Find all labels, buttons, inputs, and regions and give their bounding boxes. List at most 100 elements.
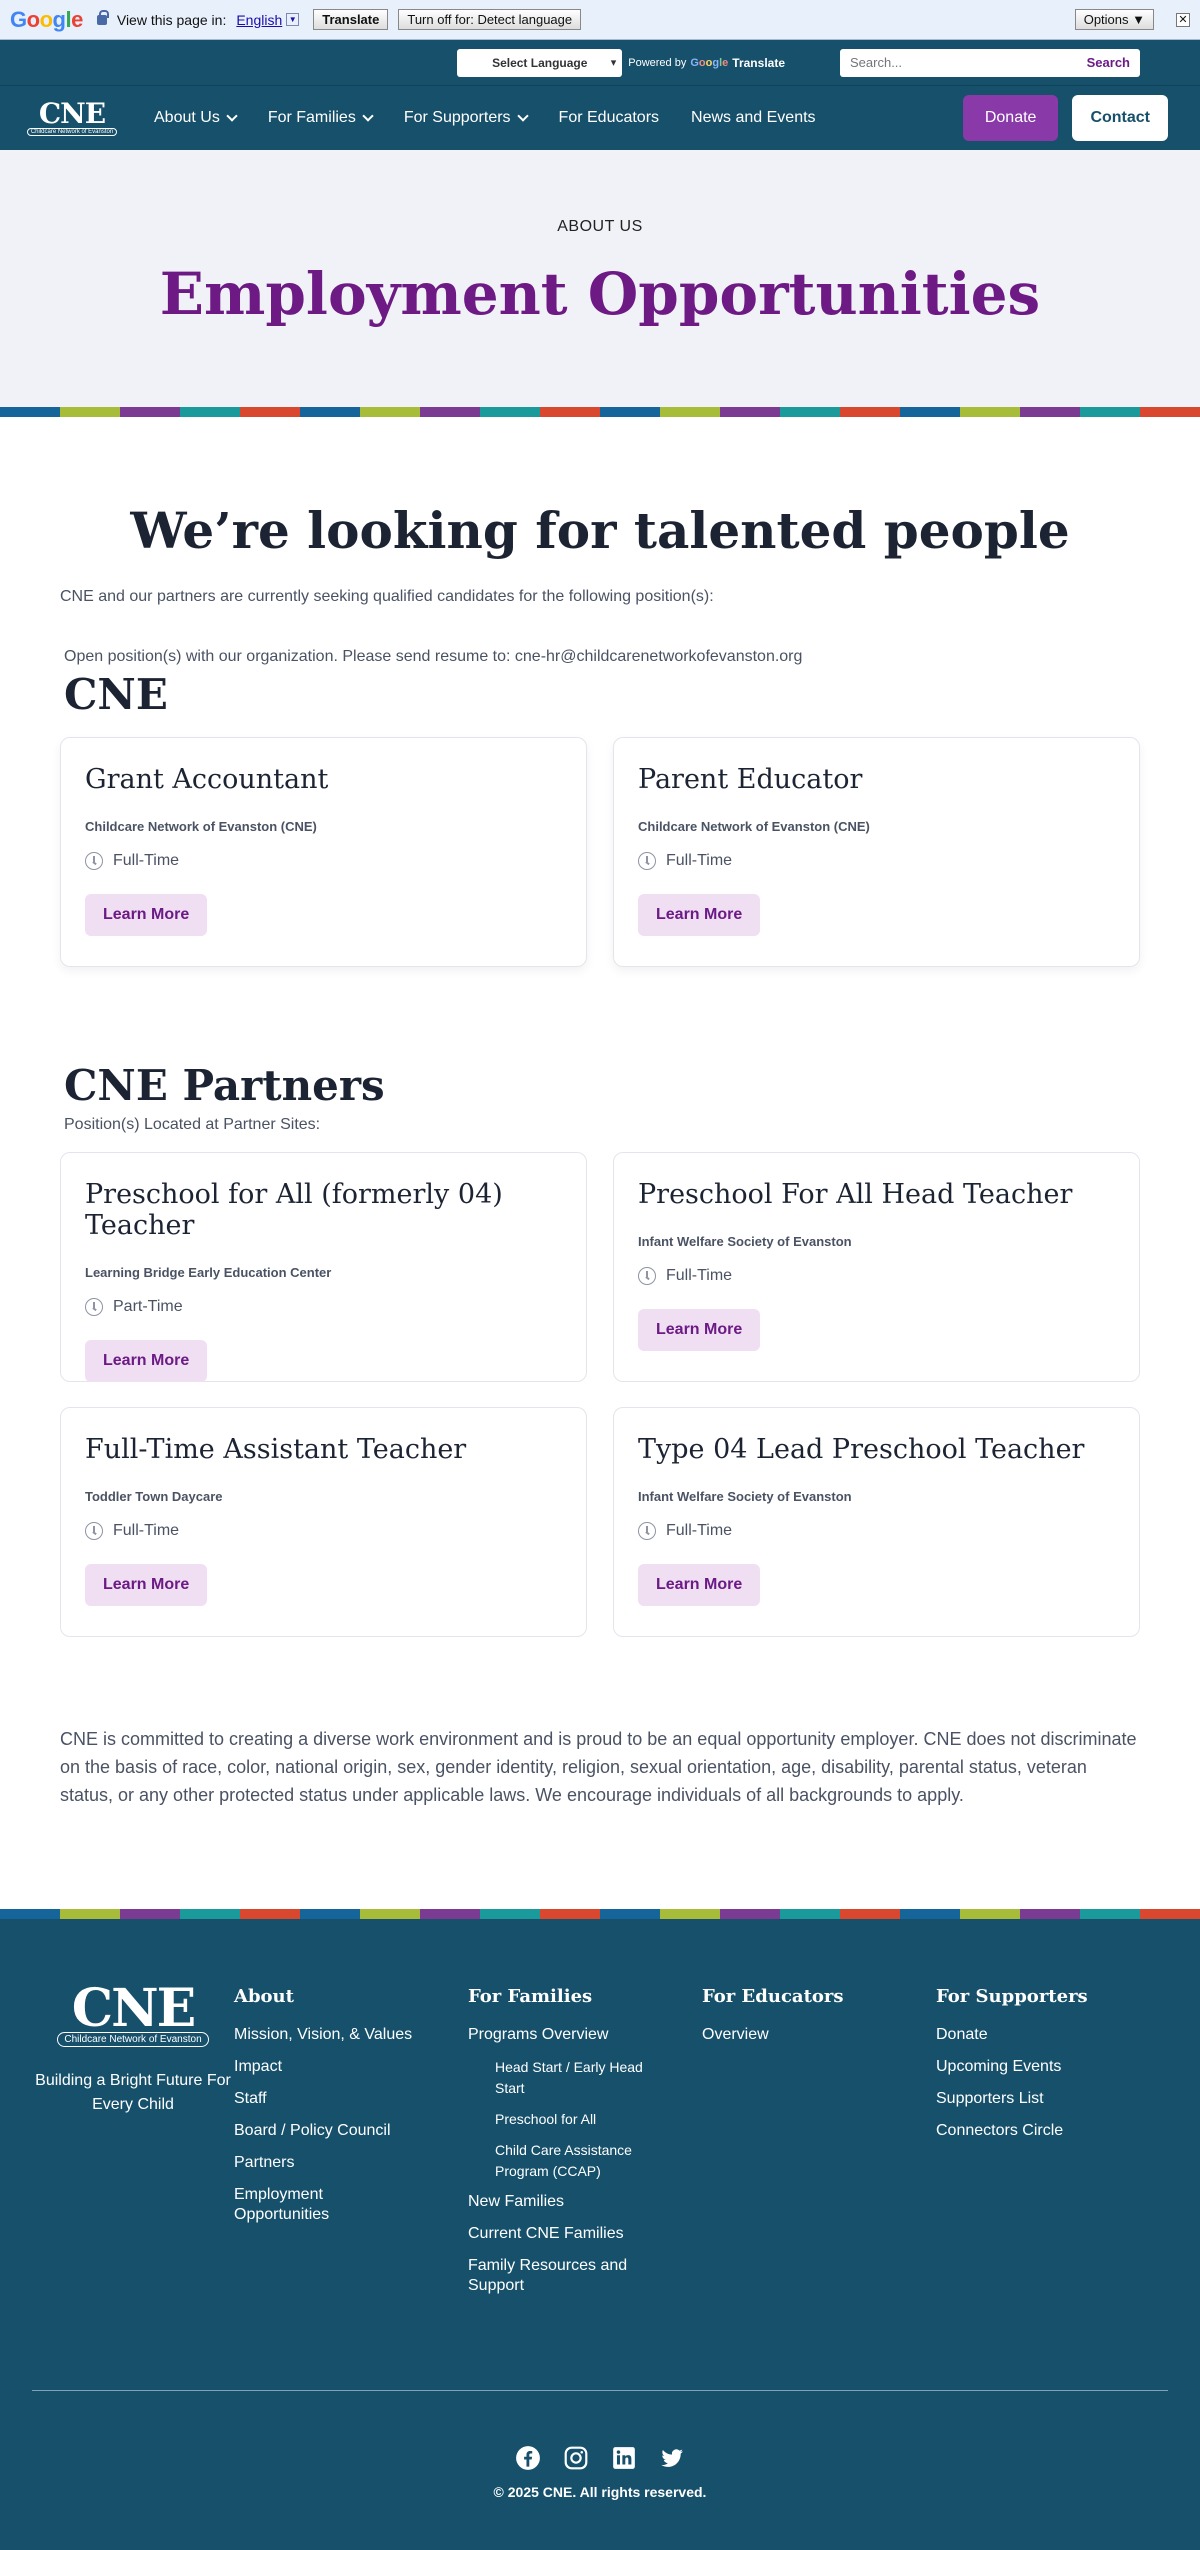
clock-icon <box>638 1267 656 1285</box>
language-dropdown-icon[interactable]: ▼ <box>286 13 300 26</box>
learn-more-button[interactable]: Learn More <box>85 894 208 936</box>
job-organization: Childcare Network of Evanston (CNE) <box>638 819 870 834</box>
footer-link[interactable]: Upcoming Events <box>936 2057 1116 2077</box>
footer-link[interactable]: Staff <box>234 2089 414 2109</box>
footer-link[interactable]: Donate <box>936 2025 1116 2045</box>
stripe-segment <box>660 1909 720 1919</box>
stripe-segment <box>240 407 300 417</box>
stripe-segment <box>960 407 1020 417</box>
footer-link[interactable]: Current CNE Families <box>468 2224 648 2244</box>
language-select[interactable]: Select Language <box>457 48 623 77</box>
job-organization: Infant Welfare Society of Evanston <box>638 1489 852 1504</box>
footer-link[interactable]: Mission, Vision, & Values <box>234 2025 414 2045</box>
stripe-segment <box>780 1909 840 1919</box>
footer-sub-link[interactable]: Head Start / Early Head Start <box>495 2057 665 2099</box>
nav-for-families[interactable]: For Families <box>268 109 374 127</box>
footer-link[interactable]: Impact <box>234 2057 414 2077</box>
footer-column-title: About <box>234 1986 294 2007</box>
facebook-icon[interactable] <box>515 2445 541 2471</box>
nav-label: For Educators <box>558 109 660 126</box>
site-logo[interactable]: CNE Childcare Network of Evanston <box>26 96 118 136</box>
clock-icon <box>638 1522 656 1540</box>
learn-more-button[interactable]: Learn More <box>85 1564 208 1606</box>
stripe-segment <box>480 407 540 417</box>
job-type: Full-Time <box>638 1522 1115 1540</box>
job-organization: Toddler Town Daycare <box>85 1489 223 1504</box>
job-type: Full-Time <box>638 852 1115 870</box>
logo-mark: CNE <box>38 96 106 130</box>
stripe-segment <box>360 1909 420 1919</box>
stripe-segment <box>0 407 60 417</box>
search-input[interactable] <box>850 55 1087 70</box>
job-type-label: Full-Time <box>666 1522 733 1539</box>
stripe-segment <box>60 1909 120 1919</box>
color-stripe <box>0 1909 1200 1919</box>
footer-link[interactable]: Employment Opportunities <box>234 2185 414 2225</box>
stripe-segment <box>1080 407 1140 417</box>
footer-link[interactable]: Overview <box>702 2025 882 2045</box>
stripe-segment <box>180 1909 240 1919</box>
footer-link[interactable]: Family Resources and Support <box>468 2256 648 2296</box>
nav-label: For Supporters <box>403 109 511 126</box>
job-type-label: Full-Time <box>666 852 733 869</box>
stripe-segment <box>780 407 840 417</box>
turn-off-button[interactable]: Turn off for: Detect language <box>398 9 582 30</box>
footer-supporters-column: For Supporters Donate Upcoming Events Su… <box>936 1986 1170 2308</box>
learn-more-button[interactable]: Learn More <box>638 894 761 936</box>
stripe-segment <box>1080 1909 1140 1919</box>
footer-link[interactable]: Supporters List <box>936 2089 1116 2109</box>
learn-more-button[interactable]: Learn More <box>638 1564 761 1606</box>
stripe-segment <box>600 1909 660 1919</box>
nav-about-us[interactable]: About Us <box>154 109 238 127</box>
job-title: Parent Educator <box>638 764 863 795</box>
job-organization: Learning Bridge Early Education Center <box>85 1265 332 1280</box>
footer-tagline: Building a Bright Future For Every Child <box>35 2072 231 2113</box>
translate-button[interactable]: Translate <box>313 9 389 30</box>
job-organization: Childcare Network of Evanston (CNE) <box>85 819 317 834</box>
instagram-icon[interactable] <box>563 2445 589 2471</box>
stripe-segment <box>1020 407 1080 417</box>
stripe-segment <box>180 407 240 417</box>
learn-more-button[interactable]: Learn More <box>638 1309 761 1351</box>
footer-link[interactable]: Board / Policy Council <box>234 2121 414 2141</box>
close-icon[interactable]: ✕ <box>1176 12 1190 27</box>
nav-news-and-events[interactable]: News and Events <box>691 109 816 127</box>
job-type: Full-Time <box>85 1522 562 1540</box>
section-heading: We’re looking for talented people <box>130 501 1070 560</box>
search-button[interactable]: Search <box>1087 55 1130 70</box>
footer-educators-column: For Educators Overview <box>702 1986 936 2308</box>
clock-icon <box>638 852 656 870</box>
linkedin-icon[interactable] <box>611 2445 637 2471</box>
twitter-icon[interactable] <box>659 2445 685 2471</box>
donate-button[interactable]: Donate <box>962 95 1059 141</box>
stripe-segment <box>720 407 780 417</box>
cne-job-list: Grant Accountant Childcare Network of Ev… <box>60 737 1140 967</box>
translate-bar: Google View this page in: English ▼ Tran… <box>0 0 1200 40</box>
translate-prompt: View this page in: <box>116 11 227 28</box>
breadcrumb: ABOUT US <box>557 218 643 235</box>
contact-button[interactable]: Contact <box>1072 95 1168 141</box>
chevron-down-icon <box>226 110 238 122</box>
intro-text: CNE and our partners are currently seeki… <box>60 588 714 605</box>
options-button[interactable]: Options ▼ <box>1074 9 1154 30</box>
job-card: Type 04 Lead Preschool Teacher Infant We… <box>613 1407 1140 1637</box>
job-type-label: Part-Time <box>113 1298 183 1315</box>
footer-link[interactable]: New Families <box>468 2192 648 2212</box>
job-type: Full-Time <box>85 852 562 870</box>
language-link[interactable]: English <box>236 12 282 28</box>
footer-sub-link[interactable]: Child Care Assistance Program (CCAP) <box>495 2140 665 2182</box>
main-content: We’re looking for talented people CNE an… <box>0 417 1200 1909</box>
footer-link[interactable]: Connectors Circle <box>936 2121 1116 2141</box>
stripe-segment <box>420 1909 480 1919</box>
color-stripe <box>0 407 1200 417</box>
learn-more-button[interactable]: Learn More <box>85 1340 208 1382</box>
footer-logo[interactable]: CNE Childcare Network of Evanston <box>57 1983 209 2047</box>
nav-for-supporters[interactable]: For Supporters <box>403 109 529 127</box>
footer-link[interactable]: Programs Overview <box>468 2025 648 2045</box>
stripe-segment <box>60 407 120 417</box>
footer-sub-link[interactable]: Preschool for All <box>495 2109 665 2130</box>
nav-for-educators[interactable]: For Educators <box>559 109 659 127</box>
footer-link[interactable]: Partners <box>234 2153 414 2173</box>
job-card: Full-Time Assistant Teacher Toddler Town… <box>60 1407 587 1637</box>
job-type-label: Full-Time <box>666 1267 733 1284</box>
